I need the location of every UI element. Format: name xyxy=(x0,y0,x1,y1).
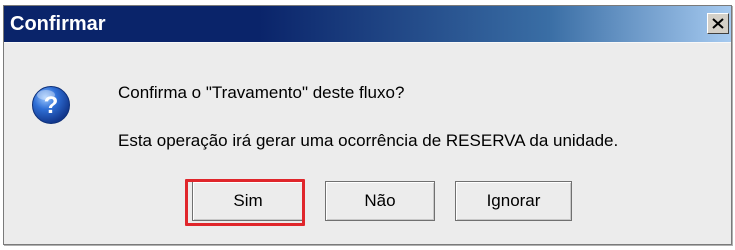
svg-text:?: ? xyxy=(44,92,59,119)
screenshot-canvas: Confirmar ? Confirma o "Travamento" dest… xyxy=(0,0,735,250)
ignore-button-label: Ignorar xyxy=(486,191,541,210)
dialog-body: ? Confirma o "Travamento" deste fluxo? E… xyxy=(4,42,731,244)
dialog-title: Confirmar xyxy=(10,13,106,35)
confirm-dialog: Confirmar ? Confirma o "Travamento" dest… xyxy=(3,5,732,245)
yes-button[interactable]: Sim xyxy=(192,181,304,221)
close-button[interactable] xyxy=(707,13,729,34)
question-icon: ? xyxy=(32,86,70,124)
close-icon xyxy=(712,18,724,29)
dialog-titlebar[interactable]: Confirmar xyxy=(4,6,731,42)
confirm-message: Confirma o "Travamento" deste fluxo? xyxy=(118,83,405,102)
no-button-label: Não xyxy=(364,191,396,210)
yes-button-label: Sim xyxy=(233,191,263,210)
ignore-button[interactable]: Ignorar xyxy=(455,181,572,221)
confirm-detail-message: Esta operação irá gerar uma ocorrência d… xyxy=(118,131,619,150)
no-button[interactable]: Não xyxy=(325,181,435,221)
